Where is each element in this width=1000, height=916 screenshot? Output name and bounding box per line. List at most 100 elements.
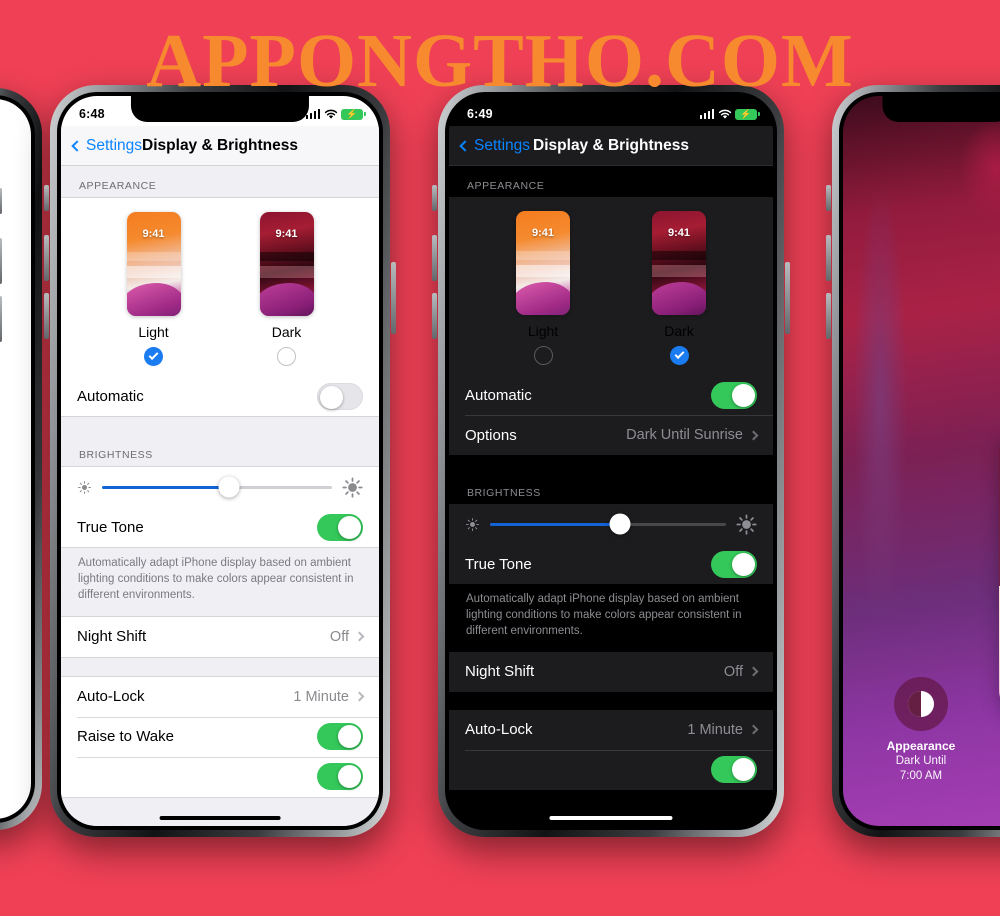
row-automatic[interactable]: Automatic: [61, 376, 379, 416]
volume-up-cc[interactable]: [826, 235, 831, 281]
row-true-tone[interactable]: True Tone: [449, 544, 773, 584]
sun-small-icon: [77, 480, 92, 495]
brightness-slider-row[interactable]: [61, 467, 379, 507]
true-tone-footnote: Automatically adapt iPhone display based…: [61, 548, 379, 616]
mute-switch-partial[interactable]: [0, 188, 2, 214]
partial-toggle[interactable]: [711, 756, 757, 784]
phone-dark-screen: 6:49 ⚡ Settings Display & Brightness APP…: [449, 96, 773, 826]
brightness-fill: [490, 522, 620, 526]
row-partial-next[interactable]: [61, 756, 379, 797]
home-indicator[interactable]: [549, 816, 673, 820]
row-value: 1 Minute: [687, 722, 759, 738]
chevron-left-icon: [459, 139, 471, 152]
appearance-option-label: Light: [138, 324, 169, 340]
tile-appearance[interactable]: Appearance Dark Until 7:00 AM: [873, 676, 969, 784]
true-tone-footnote: Automatically adapt iPhone display based…: [449, 584, 773, 652]
appearance-radio-light[interactable]: [144, 347, 163, 366]
thumb-clock: 9:41: [275, 228, 298, 240]
volume-up-partial[interactable]: [0, 238, 2, 284]
row-night-shift[interactable]: Night Shift Off: [61, 617, 379, 657]
row-value: 1 Minute: [293, 689, 365, 705]
appearance-option-light[interactable]: 9:41 Light: [108, 212, 200, 366]
phone-light-screen: 6:48 ⚡ Settings Display & Brightness APP…: [61, 96, 379, 826]
section-gap: [449, 691, 773, 710]
row-auto-lock[interactable]: Auto-Lock 1 Minute: [449, 710, 773, 750]
wallpaper-thumbnail-dark: 9:41: [259, 212, 314, 316]
back-to-settings-button[interactable]: Settings: [71, 136, 143, 155]
battery-charging-icon: ⚡: [341, 108, 366, 120]
settings-list[interactable]: APPEARANCE 9:41 Light 9:41 Dark Automati…: [449, 166, 773, 826]
phone-dark-mode: 6:49 ⚡ Settings Display & Brightness APP…: [438, 85, 784, 837]
true-tone-toggle[interactable]: [317, 513, 363, 541]
chevron-right-icon: [748, 666, 759, 677]
back-label: Settings: [86, 136, 143, 154]
appearance-chooser[interactable]: 9:41 Light 9:41 Dark: [449, 197, 773, 375]
volume-down-dark[interactable]: [432, 293, 437, 339]
brightness-slider-row[interactable]: [449, 504, 773, 544]
cellular-bars-icon: [305, 109, 320, 119]
automatic-toggle[interactable]: [317, 382, 363, 410]
automatic-toggle[interactable]: [711, 381, 757, 409]
appearance-option-dark[interactable]: 9:41 Dark: [633, 211, 725, 365]
other-card: Auto-Lock 1 Minute: [449, 709, 773, 790]
nav-bar: Settings Display & Brightness: [61, 126, 379, 166]
mute-switch-dark[interactable]: [432, 185, 437, 211]
appearance-card: 9:41 Light 9:41 Dark: [449, 197, 773, 455]
brightness-knob[interactable]: [218, 476, 239, 498]
brightness-fill: [102, 485, 229, 489]
appearance-chooser[interactable]: 9:41 Light 9:41 Dark: [61, 198, 379, 376]
thumb-clock: 9:41: [531, 227, 555, 239]
brightness-track[interactable]: [490, 513, 726, 535]
row-raise-to-wake[interactable]: Raise to Wake: [61, 716, 379, 757]
volume-up-light[interactable]: [44, 235, 49, 281]
partial-toggle[interactable]: [317, 763, 363, 791]
chevron-right-icon: [748, 430, 759, 440]
wallpaper-thumbnail-light: 9:41: [516, 211, 570, 315]
volume-down-cc[interactable]: [826, 293, 831, 339]
status-icons: ⚡: [305, 108, 366, 120]
appearance-option-light[interactable]: 9:41 Light: [497, 211, 589, 365]
phone-dark-bezel: 6:49 ⚡ Settings Display & Brightness APP…: [445, 92, 777, 830]
brightness-track[interactable]: [102, 476, 332, 498]
brightness-card: True Tone: [449, 504, 773, 584]
power-button-light[interactable]: [391, 262, 396, 334]
chevron-left-icon: [71, 139, 83, 152]
row-options[interactable]: Options Dark Until Sunrise: [449, 415, 773, 455]
section-gap: [61, 417, 379, 435]
sun-small-icon: [465, 517, 480, 532]
back-to-settings-button[interactable]: Settings: [459, 136, 531, 155]
row-night-shift[interactable]: Night Shift Off: [449, 652, 773, 692]
home-indicator[interactable]: [159, 816, 281, 820]
phone-cc-bezel: Appearance Dark Until 7:00 AM Night Off …: [839, 92, 1000, 830]
notch: [882, 96, 1000, 122]
row-true-tone[interactable]: True Tone: [61, 507, 379, 547]
chevron-right-icon: [748, 724, 759, 735]
back-label: Settings: [474, 136, 531, 154]
power-button-dark[interactable]: [785, 262, 790, 334]
raise-to-wake-toggle[interactable]: [317, 723, 363, 751]
volume-down-partial[interactable]: [0, 296, 2, 342]
mute-switch-cc[interactable]: [826, 185, 831, 211]
section-gap: [449, 455, 773, 473]
appearance-section-header: APPEARANCE: [61, 166, 379, 197]
phone-light-mode: 6:48 ⚡ Settings Display & Brightness APP…: [50, 85, 390, 837]
appearance-option-dark[interactable]: 9:41 Dark: [241, 212, 333, 366]
phone-screen-partial: [0, 99, 31, 819]
row-partial-next[interactable]: [449, 749, 773, 790]
tile-line3: 7:00 AM: [899, 770, 943, 783]
volume-down-light[interactable]: [44, 293, 49, 339]
brightness-card: True Tone: [61, 466, 379, 548]
row-auto-lock[interactable]: Auto-Lock 1 Minute: [61, 677, 379, 717]
brightness-section-header: BRIGHTNESS: [449, 473, 773, 504]
appearance-radio-light[interactable]: [533, 346, 553, 365]
brightness-knob[interactable]: [609, 513, 631, 535]
mute-switch-light[interactable]: [44, 185, 49, 211]
settings-list[interactable]: APPEARANCE 9:41 Light 9:41 Dark Automati…: [61, 166, 379, 826]
true-tone-toggle[interactable]: [711, 550, 757, 578]
appearance-radio-dark[interactable]: [277, 347, 296, 366]
appearance-radio-dark[interactable]: [669, 346, 689, 365]
wallpaper-thumbnail-light: 9:41: [126, 212, 181, 316]
volume-up-dark[interactable]: [432, 235, 437, 281]
row-automatic[interactable]: Automatic: [449, 375, 773, 415]
status-clock: 6:48: [79, 107, 105, 121]
